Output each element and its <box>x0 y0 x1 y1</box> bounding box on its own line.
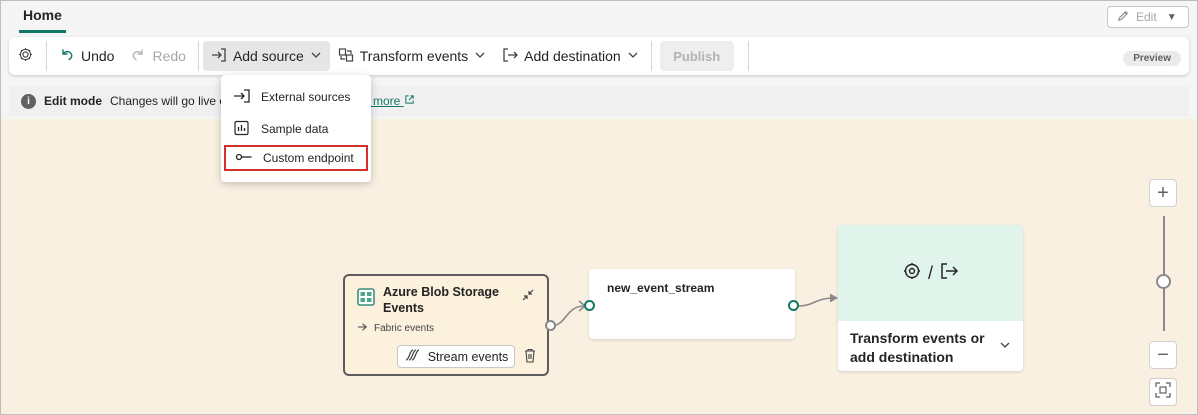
arrow-right-icon <box>357 322 368 335</box>
stream-output-port[interactable] <box>788 300 799 311</box>
source-node-subtitle-text: Fabric events <box>374 323 435 334</box>
chart-icon <box>233 120 251 139</box>
fit-view-button[interactable] <box>1149 378 1177 406</box>
stream-icon <box>404 347 422 366</box>
storage-grid-icon <box>357 288 375 309</box>
zoom-slider-thumb[interactable] <box>1156 274 1171 289</box>
transform-gear-icon <box>902 261 922 286</box>
zoom-in-button[interactable]: + <box>1149 179 1177 207</box>
arrow-out-box-icon <box>939 261 959 286</box>
menu-item-external-sources[interactable]: External sources <box>221 81 371 113</box>
destination-node[interactable]: / Transform events or add destination <box>838 225 1023 371</box>
minus-icon: − <box>1157 343 1169 366</box>
stream-input-port[interactable] <box>584 300 595 311</box>
endpoint-icon <box>235 149 253 168</box>
destination-node-icons: / <box>838 225 1023 321</box>
menu-item-sample-data[interactable]: Sample data <box>221 113 371 145</box>
menu-item-label: Sample data <box>261 122 329 136</box>
destination-node-label: Transform events or add destination <box>850 330 985 365</box>
trash-icon[interactable] <box>523 348 537 366</box>
stream-events-label: Stream events <box>427 349 509 364</box>
menu-item-label: External sources <box>261 90 351 104</box>
eventstream-editor: Home Edit ▼ Undo Redo Add source Transfo… <box>0 0 1198 415</box>
menu-item-label: Custom endpoint <box>263 151 354 165</box>
stream-events-button[interactable]: Stream events <box>397 345 515 368</box>
plus-icon: + <box>1157 181 1169 204</box>
source-node-title: Azure Blob Storage Events <box>383 285 499 315</box>
source-node[interactable]: Azure Blob Storage Events Fabric events … <box>343 274 549 376</box>
icon-separator: / <box>927 262 933 283</box>
collapse-arrows-icon[interactable] <box>521 288 535 305</box>
stream-node[interactable]: new_event_stream <box>589 269 795 339</box>
sign-in-icon <box>233 88 251 107</box>
add-source-menu: External sources Sample data Custom endp… <box>221 75 371 182</box>
zoom-out-button[interactable]: − <box>1149 341 1177 369</box>
chevron-down-icon[interactable] <box>999 339 1011 354</box>
fit-view-icon <box>1155 381 1171 404</box>
stream-node-title: new_event_stream <box>607 281 715 295</box>
source-node-subtitle: Fabric events <box>357 322 434 335</box>
source-output-port[interactable] <box>545 320 556 331</box>
menu-item-custom-endpoint[interactable]: Custom endpoint <box>224 145 368 171</box>
